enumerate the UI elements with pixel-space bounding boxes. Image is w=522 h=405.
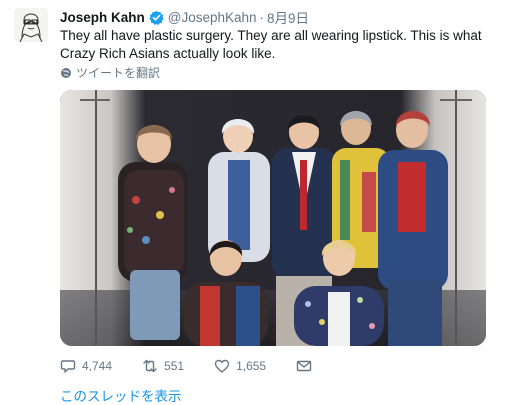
separator-dot: · <box>259 9 265 25</box>
reply-count: 4,744 <box>82 359 113 373</box>
reply-button[interactable]: 4,744 <box>60 358 112 374</box>
like-count: 1,655 <box>236 359 267 373</box>
retweet-button[interactable]: 551 <box>142 358 184 374</box>
like-button[interactable]: 1,655 <box>214 358 266 374</box>
direct-message-button[interactable] <box>296 358 312 374</box>
avatar[interactable] <box>14 8 48 42</box>
retweet-count: 551 <box>164 359 185 373</box>
author-handle[interactable]: @JosephKahn <box>168 10 257 25</box>
tweet-header: Joseph Kahn @JosephKahn · 8月9日 <box>60 7 309 27</box>
avatar-sketch-icon <box>14 8 48 42</box>
retweet-icon <box>143 359 157 373</box>
tweet-date[interactable]: 8月9日 <box>267 7 309 27</box>
translate-label: ツイートを翻訳 <box>76 66 161 80</box>
verified-badge-icon <box>149 10 164 25</box>
tweet-text: They all have plastic surgery. They are … <box>60 28 482 61</box>
show-thread-link[interactable]: このスレッドを表示 <box>60 385 182 405</box>
translate-tweet-button[interactable]: ツイートを翻訳 <box>60 64 160 81</box>
tweet-actions: 4,744 551 1,655 <box>60 357 342 375</box>
envelope-icon <box>296 360 312 372</box>
group-photo-image <box>60 90 486 346</box>
author-name[interactable]: Joseph Kahn <box>60 10 145 25</box>
globe-icon <box>61 67 71 78</box>
tweet-photo[interactable] <box>60 90 486 346</box>
reply-icon <box>60 360 76 373</box>
heart-icon <box>214 359 230 373</box>
